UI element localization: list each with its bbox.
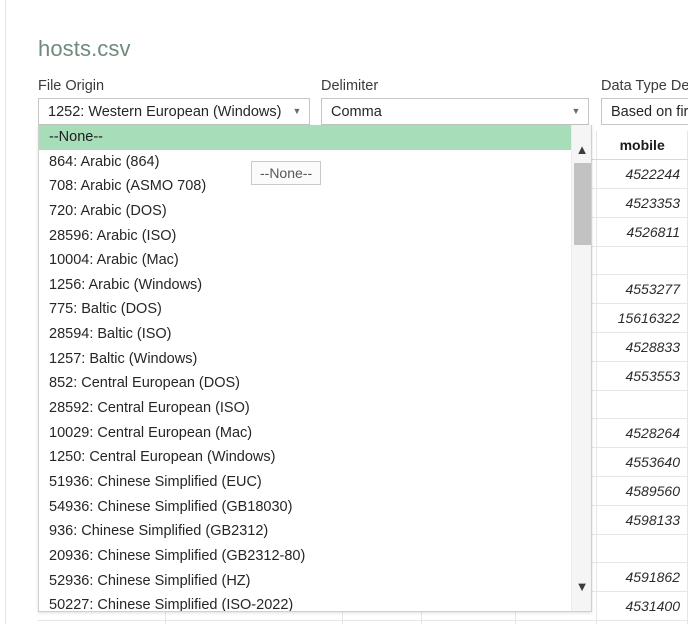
table-cell-mobile: 4520233 [597,621,688,624]
dropdown-option[interactable]: 28592: Central European (ISO) [39,396,572,421]
chevron-up-icon[interactable]: ▲ [572,139,592,161]
data-type-detection-label: Data Type De [601,78,688,94]
table-cell-mobile: 4528833 [597,333,688,362]
table-cell-mobile: 4553553 [597,361,688,390]
scrollbar-thumb[interactable] [574,163,591,245]
table-cell-mobile: 4523353 [597,189,688,218]
dropdown-option[interactable]: 28596: Arabic (ISO) [39,224,572,249]
page-title: hosts.csv [38,34,131,64]
delimiter-combobox[interactable]: Comma ▼ [321,98,589,125]
dropdown-option[interactable]: 775: Baltic (DOS) [39,297,572,322]
table-cell-phone: 19463 [515,621,597,624]
table-cell-mobile [597,534,688,563]
dropdown-option[interactable]: 10004: Arabic (Mac) [39,248,572,273]
dropdown-options: --None--864: Arabic (864)708: Arabic (AS… [39,125,572,612]
dropdown-option[interactable]: 52936: Chinese Simplified (HZ) [39,569,572,594]
table-cell-mobile: 4553277 [597,275,688,304]
table-cell-mobile: 4553640 [597,448,688,477]
file-origin-value: 1252: Western European (Windows) [48,104,289,120]
dropdown-option[interactable]: 28594: Baltic (ISO) [39,322,572,347]
dropdown-option[interactable]: 1250: Central European (Windows) [39,445,572,470]
dropdown-scrollbar[interactable]: ▲ ▼ [571,125,591,612]
table-cell-mobile: 4526811 [597,217,688,246]
dropdown-option[interactable]: 54936: Chinese Simplified (GB18030) [39,495,572,520]
table-cell-mobile: 4522244 [597,160,688,189]
table-cell-mobile: 4591862 [597,563,688,592]
file-origin-combobox[interactable]: 1252: Western European (Windows) ▼ [38,98,310,125]
chevron-down-icon[interactable]: ▼ [572,576,592,598]
option-tooltip: --None-- [251,161,321,185]
table-cell [38,621,166,624]
table-column-header[interactable]: mobile [597,131,688,160]
table-cell [421,621,515,624]
table-cell [342,621,421,624]
dropdown-option[interactable]: 936: Chinese Simplified (GB2312) [39,519,572,544]
table-cell-mobile [597,246,688,275]
dropdown-option[interactable]: 1257: Baltic (Windows) [39,347,572,372]
dropdown-option[interactable]: 852: Central European (DOS) [39,371,572,396]
window-left-divider [5,0,6,624]
table-cell-mobile: 15616322 [597,304,688,333]
table-cell-mobile: 4598133 [597,505,688,534]
dropdown-option[interactable]: 20936: Chinese Simplified (GB2312-80) [39,544,572,569]
dropdown-option[interactable]: --None-- [39,125,572,150]
chevron-down-icon[interactable]: ▼ [568,107,584,116]
data-type-detection-value: Based on fir [611,104,688,120]
chevron-down-icon[interactable]: ▼ [289,107,305,116]
dropdown-option[interactable]: 720: Arabic (DOS) [39,199,572,224]
table-cell-mobile: 4589560 [597,477,688,506]
table-cell-mobile: 4528264 [597,419,688,448]
file-origin-dropdown-list[interactable]: --None--864: Arabic (864)708: Arabic (AS… [38,125,592,612]
file-origin-label: File Origin [38,78,104,94]
delimiter-label: Delimiter [321,78,378,94]
dropdown-option[interactable]: 50227: Chinese Simplified (ISO-2022) [39,593,572,612]
table-cell-mobile [597,390,688,419]
table-row[interactable]: 194634520233 [38,621,688,624]
dropdown-option[interactable]: 1256: Arabic (Windows) [39,273,572,298]
dropdown-option[interactable]: 51936: Chinese Simplified (EUC) [39,470,572,495]
table-cell-mobile: 4531400 [597,592,688,621]
delimiter-value: Comma [331,104,568,120]
data-type-detection-combobox[interactable]: Based on fir [601,98,688,125]
table-cell [166,621,343,624]
csv-import-preview-dialog: hosts.csv File Origin Delimiter Data Typ… [0,0,688,624]
dropdown-option[interactable]: 10029: Central European (Mac) [39,421,572,446]
